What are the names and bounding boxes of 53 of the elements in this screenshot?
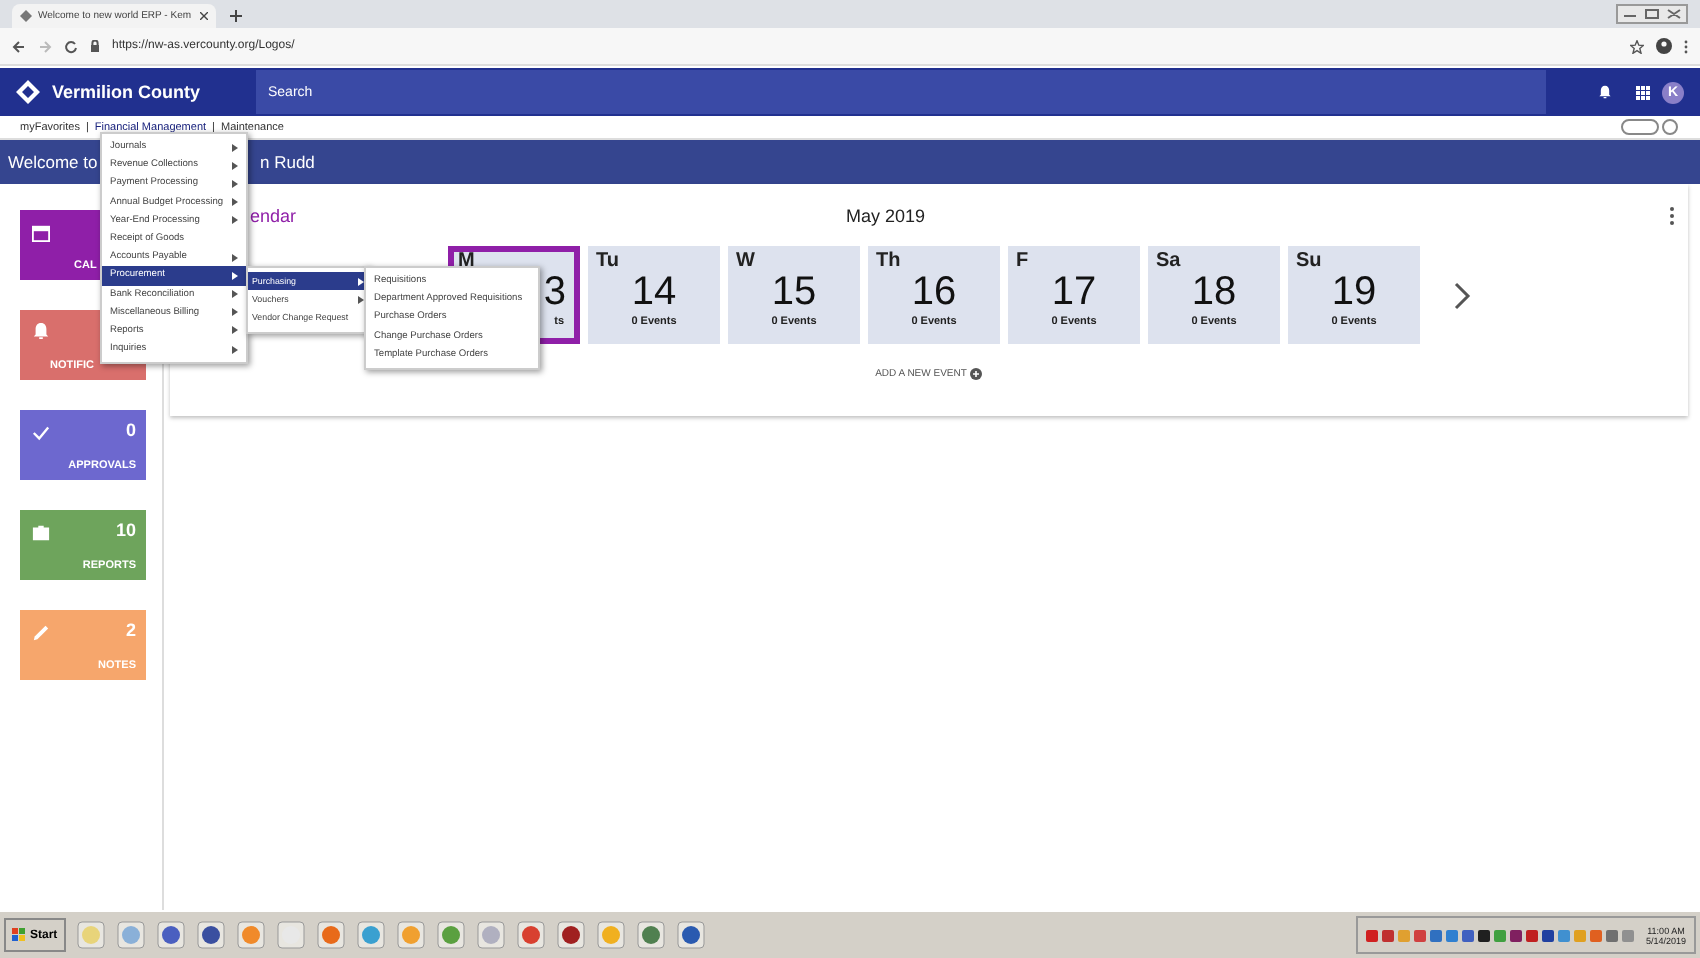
brand-name: Vermilion County	[52, 82, 203, 102]
day-label: Sa	[1156, 252, 1183, 272]
briefcase-icon	[32, 524, 50, 542]
welcome-text: Welcome to	[8, 152, 96, 172]
day-label: F	[1016, 252, 1031, 272]
star-icon[interactable]	[1630, 39, 1644, 53]
chevron-right-icon[interactable]	[1452, 281, 1472, 309]
pencil-icon	[32, 624, 50, 642]
tile-count: 2	[125, 620, 136, 640]
lock-icon	[90, 40, 100, 52]
day-label: Su	[1296, 252, 1324, 272]
logo-icon	[16, 80, 40, 104]
day-label: W	[736, 252, 757, 272]
toggle-pill-icon[interactable]	[1620, 118, 1680, 136]
taskbar-app-icon[interactable]	[315, 920, 346, 950]
day-number: 15	[771, 272, 817, 312]
day-number: 3	[543, 272, 566, 312]
day-number: 16	[911, 272, 957, 312]
taskbar-app-icon[interactable]	[555, 920, 586, 950]
reload-icon[interactable]	[64, 39, 78, 53]
tile-count: 0	[125, 420, 136, 440]
taskbar-app-icon[interactable]	[675, 920, 706, 950]
day-label: Tu	[596, 252, 621, 272]
taskbar-app-icon[interactable]	[635, 920, 666, 950]
tile-count: 10	[115, 520, 136, 540]
day-number: 17	[1051, 272, 1097, 312]
month-title: May 2019	[846, 205, 928, 225]
day-number: 14	[631, 272, 677, 312]
taskbar-app-icon[interactable]	[195, 920, 226, 950]
check-icon	[32, 424, 50, 442]
bell-icon	[32, 322, 50, 340]
bell-icon[interactable]	[1598, 84, 1612, 100]
new-tab-icon[interactable]	[228, 8, 244, 24]
day-number: 18	[1191, 272, 1237, 312]
logo-icon	[20, 10, 32, 22]
close-icon[interactable]	[200, 12, 208, 20]
taskbar-app-icon[interactable]	[435, 920, 466, 950]
day-number: 19	[1331, 272, 1377, 312]
back-icon[interactable]	[12, 39, 26, 53]
more-icon[interactable]	[1668, 205, 1676, 225]
submenu-arrow-icon	[232, 345, 238, 354]
window-controls-icon[interactable]	[1616, 4, 1688, 24]
windows-logo-icon	[12, 928, 26, 942]
taskbar-app-icon[interactable]	[515, 920, 546, 950]
apps-grid-icon[interactable]	[1636, 85, 1650, 99]
calendar-icon	[32, 224, 50, 242]
taskbar-app-icon[interactable]	[155, 920, 186, 950]
account-icon[interactable]	[1656, 38, 1672, 54]
calendar-heading: endar	[250, 205, 299, 225]
day-label: M	[458, 252, 477, 272]
plus-circle-icon	[970, 368, 983, 380]
day-label: Th	[876, 252, 903, 272]
welcome-text: n Rudd	[260, 152, 315, 172]
